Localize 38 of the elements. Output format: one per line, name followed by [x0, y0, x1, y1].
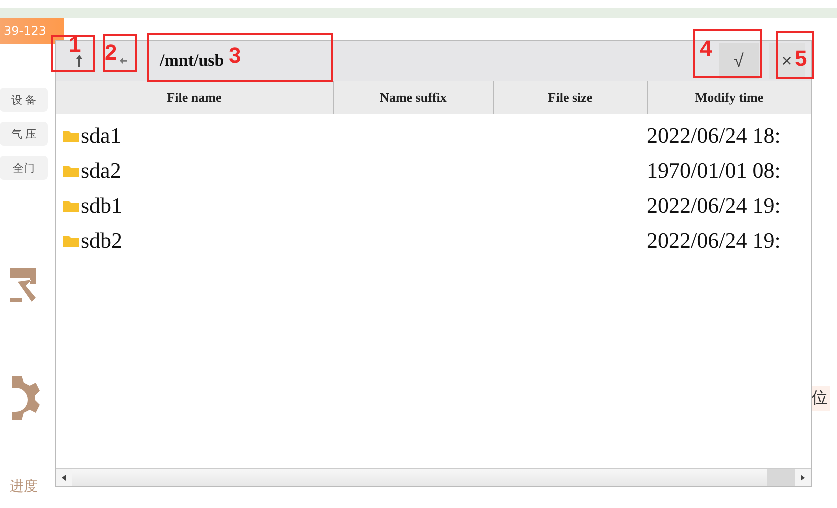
- modify-time: 2022/06/24 19:: [647, 228, 782, 254]
- annotation-number: 3: [229, 45, 242, 67]
- folder-icon: [63, 130, 79, 142]
- annotation-box: [776, 31, 814, 79]
- id-badge: 39-123: [0, 18, 64, 44]
- confirm-button[interactable]: √: [719, 43, 759, 79]
- panel-label: 位: [810, 386, 830, 411]
- file-name[interactable]: sdb1: [81, 192, 123, 218]
- back-arrow-icon: [120, 55, 126, 67]
- annotation-number: 2: [105, 42, 118, 64]
- side-button[interactable]: 全门: [0, 156, 48, 180]
- scroll-right-icon[interactable]: [801, 474, 805, 480]
- folder-icon: [63, 164, 79, 176]
- horizontal-scrollbar[interactable]: [56, 468, 811, 486]
- column-header[interactable]: File size: [493, 81, 647, 114]
- up-arrow-icon: [76, 55, 82, 67]
- modify-time: 2022/06/24 19:: [647, 192, 782, 218]
- file-name[interactable]: sda1: [81, 122, 122, 148]
- column-header[interactable]: File name: [56, 81, 333, 114]
- file-name[interactable]: sda2: [81, 158, 122, 184]
- annotation-number: 5: [795, 48, 808, 70]
- column-header[interactable]: Name suffix: [333, 81, 493, 114]
- modify-time: 2022/06/24 18:: [647, 122, 782, 148]
- file-name[interactable]: sdb2: [81, 228, 123, 254]
- annotation-box: [51, 35, 95, 72]
- folder-icon: [63, 234, 79, 246]
- folder-icon: [63, 200, 79, 212]
- annotation-box: [103, 34, 137, 72]
- progress-label: 进度: [10, 478, 38, 496]
- scroll-thumb[interactable]: [767, 469, 795, 486]
- annotation-box: [693, 29, 762, 78]
- scroll-left-icon[interactable]: [62, 474, 66, 480]
- annotation-number: 1: [69, 34, 82, 56]
- side-button[interactable]: 气 压: [0, 122, 48, 146]
- column-header[interactable]: Modify time: [647, 81, 811, 114]
- annotation-number: 4: [700, 38, 712, 60]
- side-button[interactable]: 设 备: [0, 88, 48, 112]
- modify-time: 1970/01/01 08:: [647, 158, 782, 184]
